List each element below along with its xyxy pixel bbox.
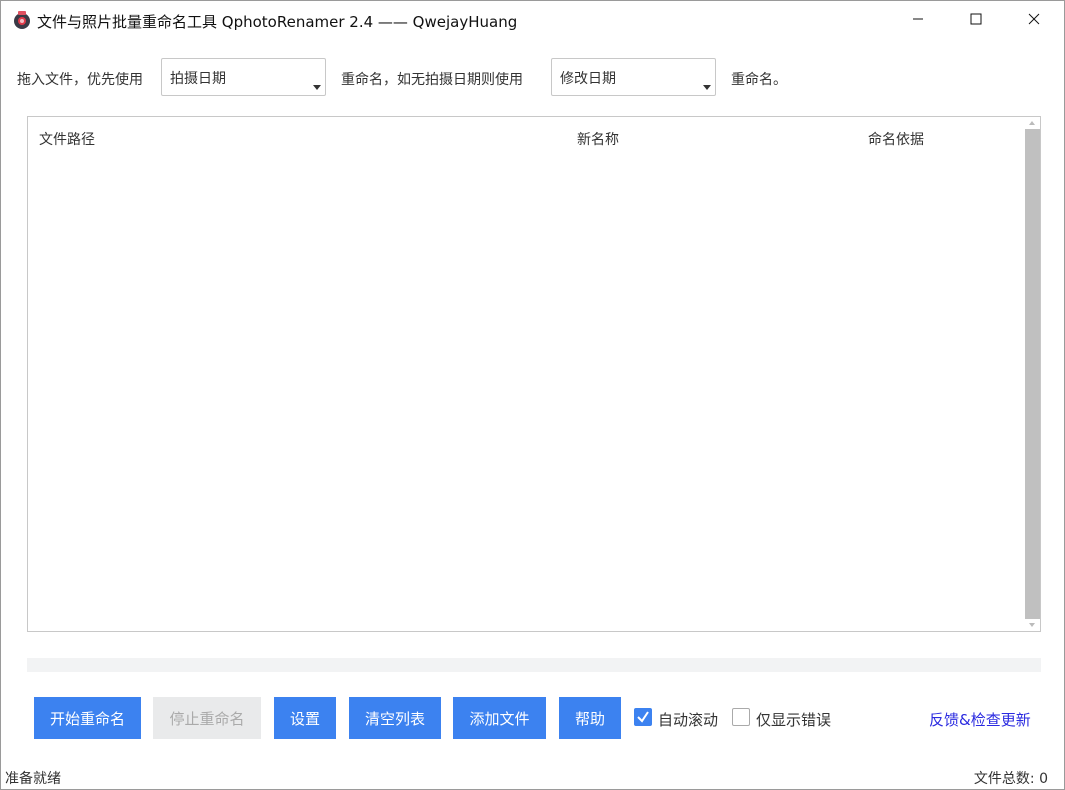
scrollbar-thumb[interactable]: [1025, 129, 1040, 619]
rename-end-label: 重命名。: [731, 72, 787, 88]
clear-list-button[interactable]: 清空列表: [349, 697, 441, 739]
stop-rename-button[interactable]: 停止重命名: [153, 697, 261, 739]
camera-app-icon: [12, 10, 32, 30]
add-files-button[interactable]: 添加文件: [453, 697, 546, 739]
minimize-icon: [912, 13, 924, 29]
errors-only-checkbox[interactable]: [732, 708, 750, 726]
drag-files-label: 拖入文件，优先使用: [17, 72, 143, 88]
progress-bar: [27, 658, 1041, 672]
scroll-up-icon[interactable]: [1029, 121, 1035, 125]
status-text: 准备就绪: [5, 771, 61, 787]
fallback-date-value: 修改日期: [560, 71, 616, 87]
auto-scroll-label[interactable]: 自动滚动: [658, 709, 718, 730]
file-count: 文件总数: 0: [973, 771, 1048, 787]
primary-date-value: 拍摄日期: [170, 71, 226, 87]
help-button[interactable]: 帮助: [559, 697, 621, 739]
auto-scroll-checkbox[interactable]: [634, 708, 652, 726]
settings-button[interactable]: 设置: [274, 697, 336, 739]
maximize-icon: [970, 13, 982, 29]
feedback-update-link[interactable]: 反馈&检查更新: [929, 709, 1031, 730]
column-header-new-name[interactable]: 新名称: [577, 129, 619, 149]
minimize-button[interactable]: [895, 1, 941, 41]
maximize-button[interactable]: [953, 1, 999, 41]
column-header-file-path[interactable]: 文件路径: [39, 129, 95, 149]
chevron-down-icon: [313, 85, 321, 90]
vertical-scrollbar[interactable]: [1025, 117, 1040, 631]
close-icon: [1028, 13, 1040, 29]
column-header-naming-basis[interactable]: 命名依据: [868, 129, 924, 149]
checkmark-icon: [637, 711, 649, 723]
title-bar[interactable]: 文件与照片批量重命名工具 QphotoRenamer 2.4 —— Qwejay…: [1, 1, 1064, 41]
fallback-date-select[interactable]: 修改日期: [551, 58, 716, 96]
primary-date-select[interactable]: 拍摄日期: [161, 58, 326, 96]
scroll-down-icon[interactable]: [1029, 623, 1035, 627]
errors-only-label[interactable]: 仅显示错误: [756, 709, 831, 730]
file-list[interactable]: 文件路径 新名称 命名依据: [27, 116, 1041, 632]
window-title: 文件与照片批量重命名工具 QphotoRenamer 2.4 —— Qwejay…: [37, 13, 518, 31]
close-button[interactable]: [1011, 1, 1057, 41]
fallback-label: 重命名，如无拍摄日期则使用: [341, 72, 523, 88]
chevron-down-icon: [703, 85, 711, 90]
app-window: 文件与照片批量重命名工具 QphotoRenamer 2.4 —— Qwejay…: [0, 0, 1065, 790]
start-rename-button[interactable]: 开始重命名: [34, 697, 141, 739]
